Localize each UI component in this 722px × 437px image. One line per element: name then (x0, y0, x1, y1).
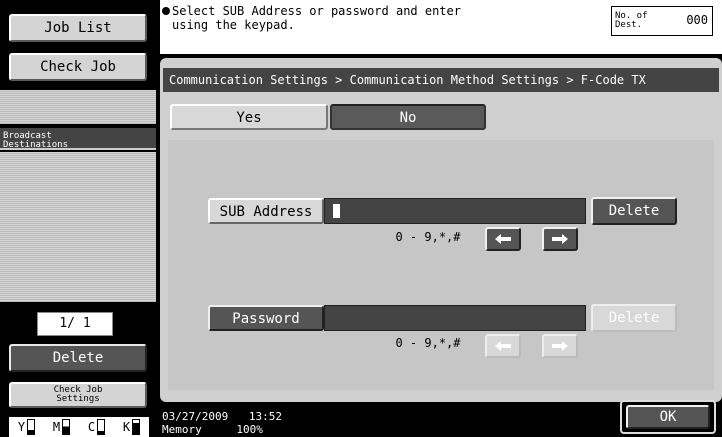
password-delete-button[interactable]: Delete (591, 304, 677, 332)
toner-indicator: Y M C K (9, 417, 149, 437)
memory-value: 100% (236, 423, 263, 436)
message-icon (162, 7, 170, 15)
delete-destination-button[interactable]: Delete (9, 344, 147, 372)
dest-count-value: 000 (686, 13, 708, 27)
time-text: 13:52 (248, 410, 282, 423)
arrow-right-icon (552, 234, 568, 244)
arrow-right-icon (552, 341, 568, 351)
destination-list[interactable] (0, 152, 156, 302)
text-cursor (333, 204, 340, 218)
arrow-left-icon (495, 234, 511, 244)
dest-count-box: No. of Dest. 000 (611, 6, 713, 36)
date-text: 03/27/2009 (162, 410, 229, 423)
sub-address-field[interactable] (324, 198, 586, 224)
yes-option-button[interactable]: Yes (170, 104, 328, 130)
toner-k: K (123, 419, 141, 435)
check-job-button[interactable]: Check Job (9, 53, 147, 81)
left-hatch-top (0, 90, 156, 124)
sub-address-button[interactable]: SUB Address (208, 198, 324, 224)
ok-button[interactable]: OK (626, 405, 710, 429)
job-list-button[interactable]: Job List (9, 14, 147, 42)
password-field[interactable] (324, 305, 586, 331)
arrow-left-icon (495, 341, 511, 351)
sub-address-hint: 0 - 9,*,# (395, 230, 461, 244)
memory-label: Memory (162, 423, 202, 436)
sub-address-left-arrow-button[interactable] (485, 227, 521, 251)
input-area: SUB Address Delete 0 - 9,*,# Password De… (168, 140, 714, 390)
breadcrumb: Communication Settings > Communication M… (163, 68, 719, 92)
password-right-arrow-button[interactable] (542, 334, 578, 358)
broadcast-destinations-label: Broadcast Destinations (3, 131, 69, 150)
instruction-text: Select SUB Address or password and enter… (172, 4, 461, 32)
password-button[interactable]: Password (208, 305, 324, 331)
message-area: Select SUB Address or password and enter… (160, 0, 722, 54)
ok-button-frame: OK (620, 400, 716, 434)
toner-y: Y (18, 419, 36, 435)
toner-m: M (53, 419, 71, 435)
left-panel: Job List Check Job Broadcast Destination… (0, 0, 156, 437)
page-counter: 1/ 1 (37, 312, 113, 336)
broadcast-destinations-header: Broadcast Destinations (0, 128, 156, 150)
sub-address-delete-button[interactable]: Delete (591, 197, 677, 225)
password-left-arrow-button[interactable] (485, 334, 521, 358)
dest-count-label: No. of Dest. (615, 11, 648, 30)
settings-panel: Communication Settings > Communication M… (160, 58, 722, 402)
sub-address-right-arrow-button[interactable] (542, 227, 578, 251)
toner-c: C (88, 419, 106, 435)
password-hint: 0 - 9,*,# (395, 336, 461, 350)
check-job-settings-button[interactable]: Check Job Settings (9, 382, 147, 408)
check-job-settings-label: Check Job Settings (53, 385, 103, 404)
status-footer: 03/27/2009 13:52 Memory 100% (160, 408, 460, 437)
no-option-button[interactable]: No (330, 104, 486, 130)
